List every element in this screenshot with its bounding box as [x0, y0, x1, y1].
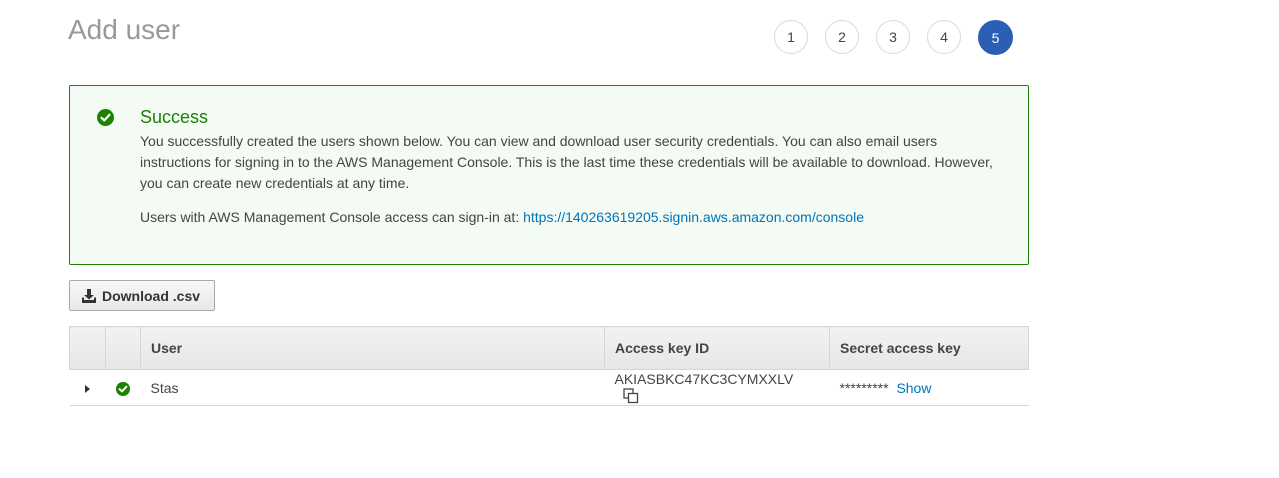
step-3[interactable]: 3	[876, 20, 910, 54]
status-cell	[105, 369, 141, 406]
signin-text: Users with AWS Management Console access…	[140, 209, 520, 225]
step-2[interactable]: 2	[825, 20, 859, 54]
step-1[interactable]: 1	[774, 20, 808, 54]
column-header-secret-access-key[interactable]: Secret access key	[829, 326, 1029, 370]
table-row: Stas AKIASBKC47KC3CYMXXLV ********* Show	[69, 369, 1029, 406]
expand-arrow-icon[interactable]	[85, 384, 90, 393]
secret-access-key-cell: ********* Show	[829, 369, 1029, 406]
signin-info: Users with AWS Management Console access…	[140, 209, 864, 225]
download-csv-label: Download .csv	[102, 287, 201, 304]
show-secret-link[interactable]: Show	[896, 380, 931, 396]
access-key-id-value: AKIASBKC47KC3CYMXXLV	[614, 370, 794, 387]
access-key-id-cell: AKIASBKC47KC3CYMXXLV	[604, 369, 830, 406]
page-title: Add user	[68, 14, 181, 45]
step-4[interactable]: 4	[927, 20, 961, 54]
alert-title: Success	[140, 107, 209, 127]
download-icon	[82, 288, 96, 303]
table-header-row: User Access key ID Secret access key	[69, 326, 1029, 370]
column-header-expand	[69, 326, 106, 370]
column-header-access-key-id[interactable]: Access key ID	[604, 326, 830, 370]
users-table: User Access key ID Secret access key Sta…	[69, 326, 1029, 406]
console-signin-link[interactable]: https://140263619205.signin.aws.amazon.c…	[523, 209, 864, 225]
copy-icon[interactable]	[622, 388, 639, 404]
success-alert: Success You successfully created the use…	[69, 85, 1029, 265]
step-5[interactable]: 5	[978, 20, 1013, 55]
download-csv-button[interactable]: Download .csv	[69, 280, 216, 311]
secret-masked-value: *********	[839, 379, 889, 396]
wizard-steps: 1 2 3 4 5	[774, 20, 1030, 55]
user-name-cell: Stas	[140, 369, 605, 406]
expand-cell[interactable]	[69, 369, 106, 406]
success-status-icon	[116, 381, 130, 396]
column-header-user[interactable]: User	[140, 326, 605, 370]
alert-body: You successfully created the users shown…	[140, 133, 993, 191]
column-header-status	[105, 326, 141, 370]
check-circle-icon	[97, 109, 114, 126]
